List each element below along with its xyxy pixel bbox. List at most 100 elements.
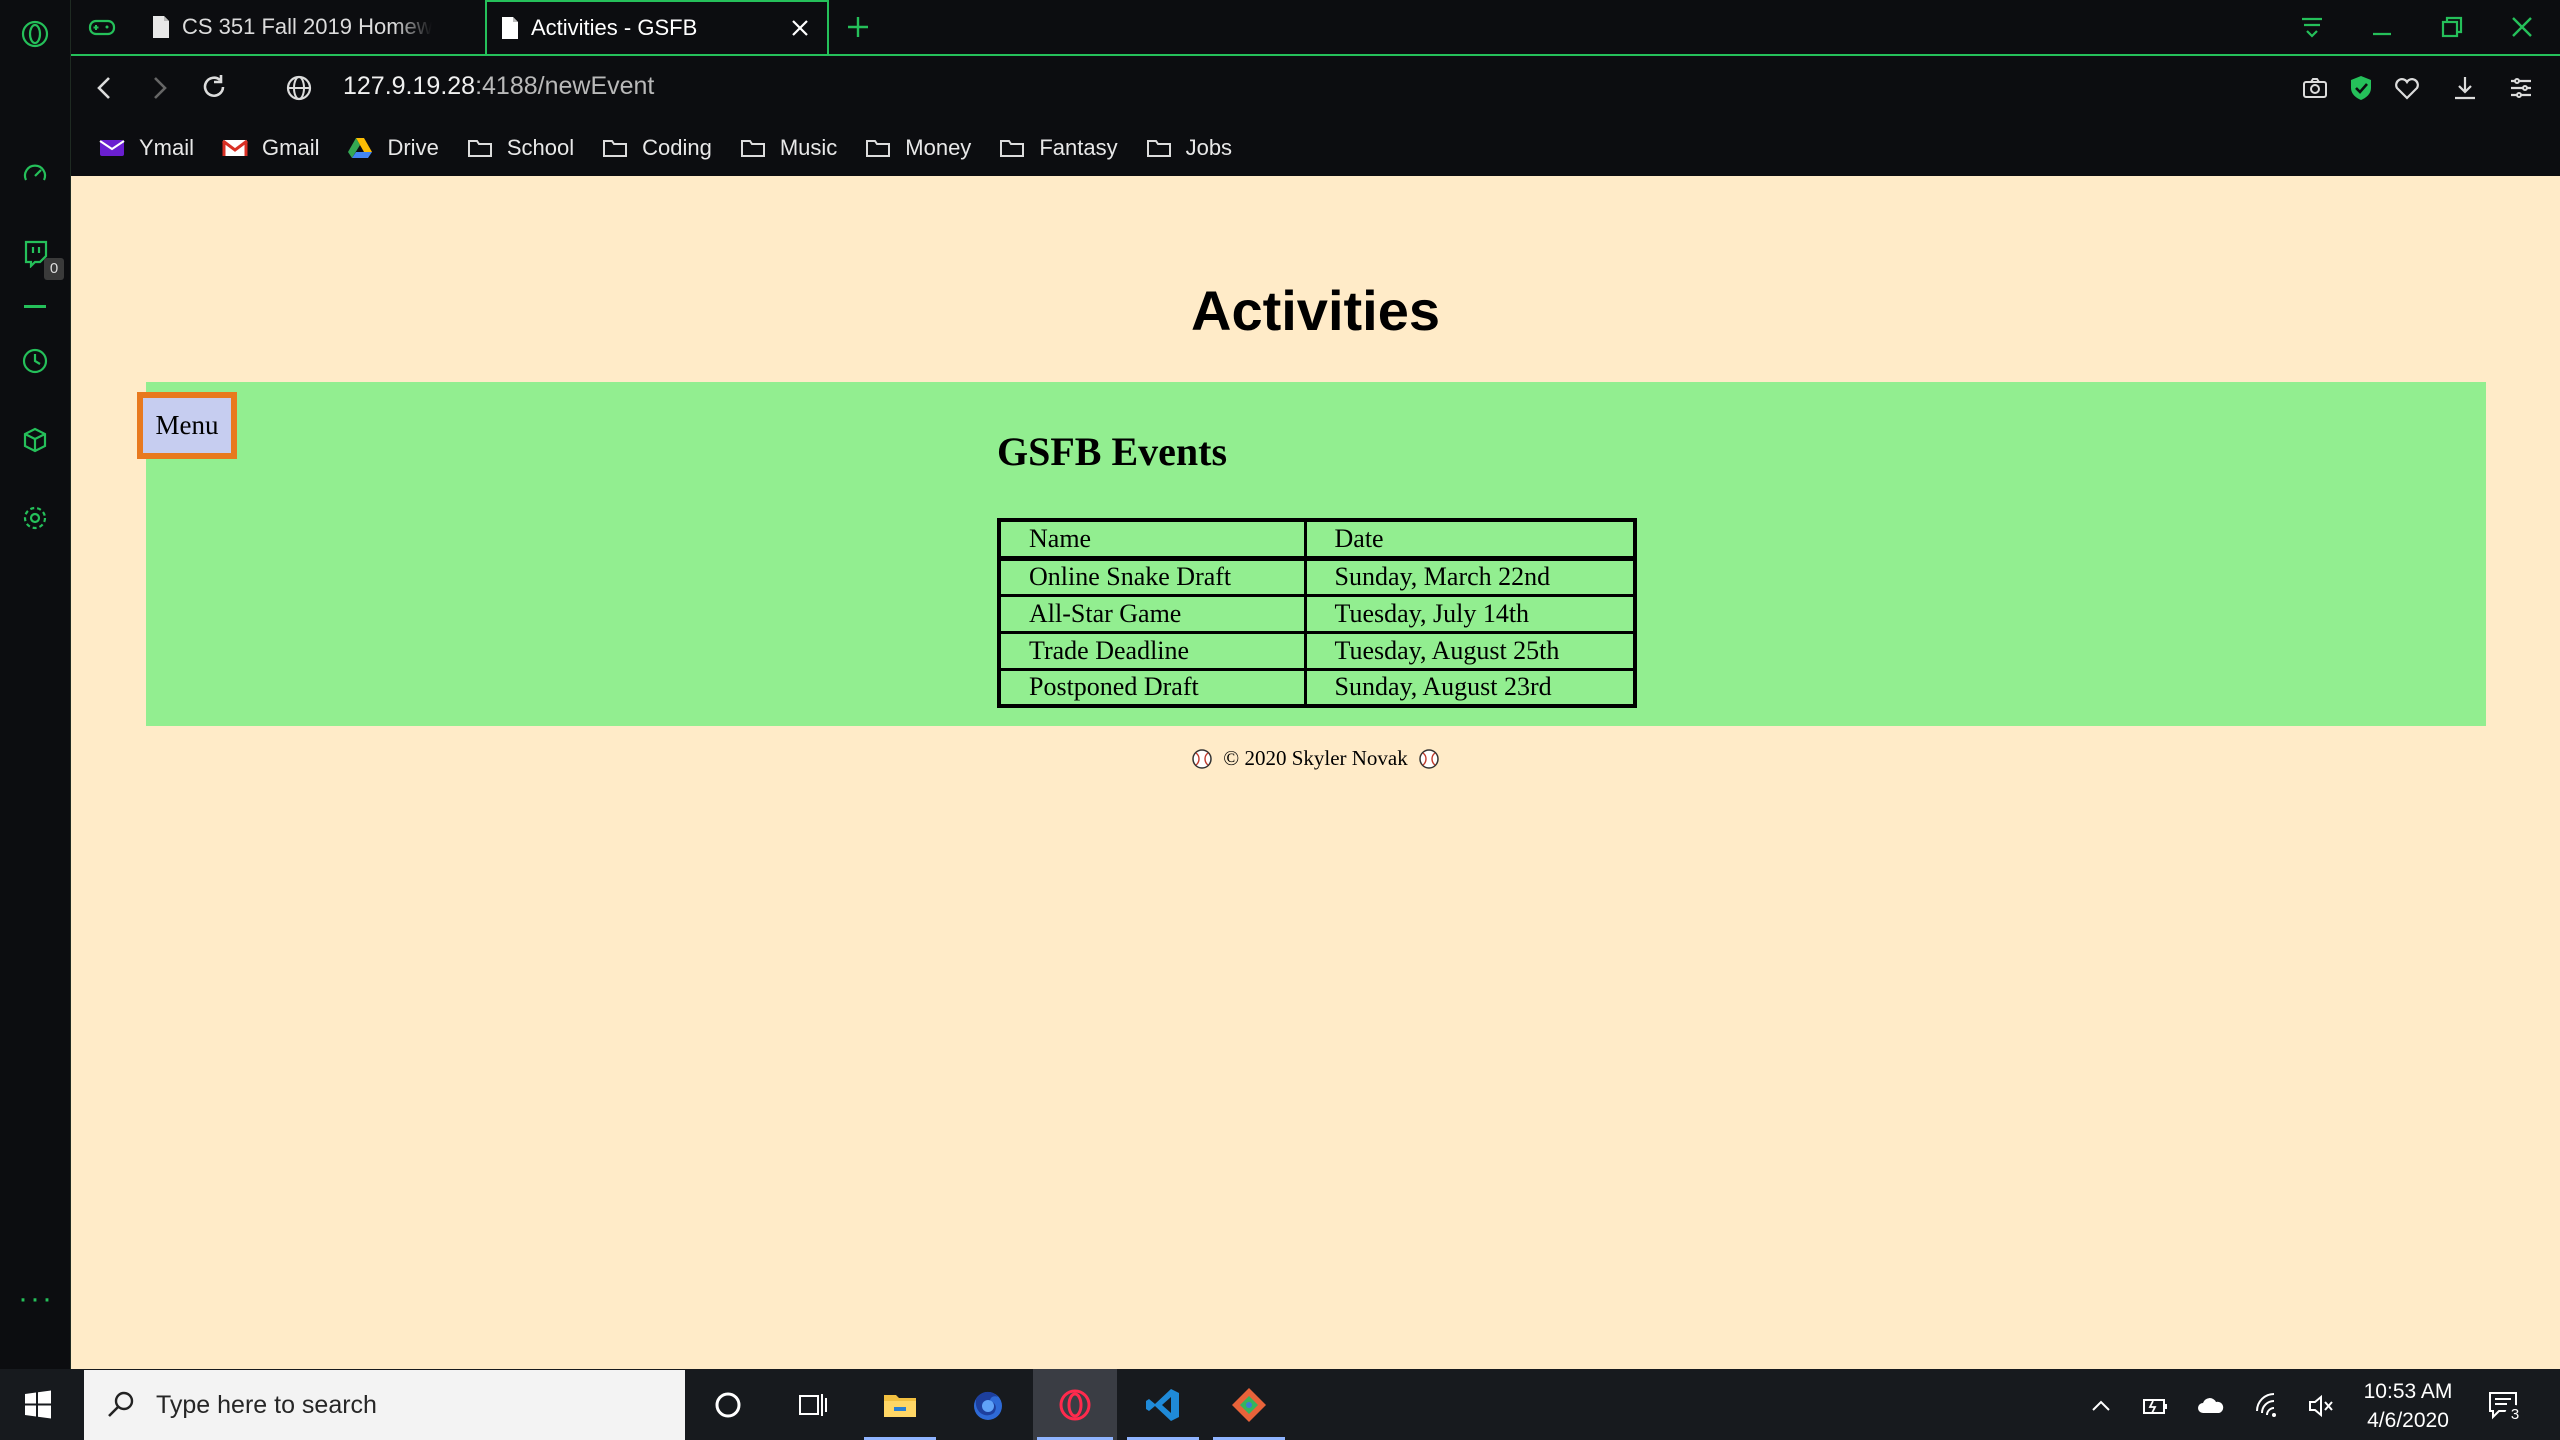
cortana-taskbar-button[interactable]	[686, 1369, 770, 1440]
bookmark-ymail[interactable]: Ymail	[99, 135, 194, 161]
firefox-taskbar-button[interactable]	[946, 1369, 1030, 1440]
desktop: 0 ··· CS 351 Fall 2019 Homework Activiti…	[0, 0, 2560, 1440]
sidebar-divider	[24, 305, 46, 308]
notification-count: 3	[2505, 1405, 2525, 1425]
folder-icon	[603, 140, 628, 157]
wifi-icon[interactable]	[2254, 1391, 2284, 1421]
bookmark-folder-school[interactable]: School	[467, 135, 574, 161]
battery-icon[interactable]	[2140, 1391, 2170, 1421]
bookmark-label: Money	[905, 135, 972, 160]
bookmark-folder-fantasy[interactable]: Fantasy	[999, 135, 1118, 161]
vscode-icon	[1146, 1388, 1179, 1421]
opera-gx-taskbar-button[interactable]	[1033, 1369, 1117, 1440]
task-view-taskbar-button[interactable]	[770, 1369, 854, 1440]
git-app-icon	[1232, 1387, 1266, 1422]
folder-icon	[1146, 140, 1171, 157]
gx-gamepad-icon[interactable]	[87, 12, 117, 42]
event-name-cell: Trade Deadline	[997, 630, 1307, 671]
vscode-taskbar-button[interactable]	[1121, 1369, 1205, 1440]
more-dots-icon[interactable]: ···	[18, 1284, 54, 1314]
windows-start-icon[interactable]	[22, 1389, 54, 1421]
table-row: Online Snake Draft Sunday, March 22nd	[997, 556, 1637, 597]
document-icon	[502, 17, 518, 39]
bookmark-label: Coding	[642, 135, 712, 160]
speed-dial-icon[interactable]	[18, 158, 52, 192]
bookmark-drive[interactable]: Drive	[347, 135, 439, 161]
bookmark-folder-jobs[interactable]: Jobs	[1146, 135, 1232, 161]
volume-muted-icon[interactable]	[2306, 1391, 2336, 1421]
bookmark-folder-music[interactable]: Music	[740, 135, 837, 161]
document-icon	[153, 16, 169, 38]
file-explorer-icon	[884, 1394, 916, 1417]
page-footer: © 2020 Skyler Novak	[71, 746, 2560, 771]
restore-icon[interactable]	[2435, 10, 2469, 44]
tab-activities[interactable]: Activities - GSFB	[485, 0, 829, 54]
back-icon[interactable]	[87, 70, 123, 106]
table-header-row: Name Date	[997, 518, 1637, 561]
bookmark-label: Jobs	[1185, 135, 1233, 160]
event-date-cell: Sunday, March 22nd	[1303, 556, 1637, 597]
task-view-icon	[799, 1393, 827, 1416]
system-clock[interactable]: 10:53 AM 4/6/2020	[2348, 1377, 2468, 1435]
forward-icon[interactable]	[141, 70, 177, 106]
firefox-icon	[974, 1391, 1002, 1420]
event-date-cell: Sunday, August 23rd	[1303, 667, 1637, 708]
minimize-icon[interactable]	[2365, 10, 2399, 44]
event-name-cell: Postponed Draft	[997, 667, 1307, 708]
url-field[interactable]: 127.9.19.28:4188/newEvent	[343, 72, 654, 101]
settings-gear-icon[interactable]	[18, 501, 52, 535]
taskbar-search[interactable]: Type here to search	[84, 1370, 685, 1440]
twitch-badge: 0	[44, 258, 64, 280]
reload-icon[interactable]	[196, 70, 232, 106]
extensions-cube-icon[interactable]	[18, 423, 52, 457]
menu-button[interactable]: Menu	[137, 392, 237, 459]
column-header-name: Name	[997, 518, 1307, 561]
events-table: Name Date Online Snake Draft Sunday, Mar…	[997, 518, 1637, 708]
url-host: 127.9.19.28	[343, 72, 476, 100]
heart-bookmark-icon[interactable]	[2391, 72, 2423, 104]
event-name-cell: All-Star Game	[997, 593, 1307, 634]
copyright-text: © 2020 Skyler Novak	[1223, 746, 1408, 770]
new-tab-plus-icon[interactable]	[841, 10, 875, 44]
close-window-icon[interactable]	[2505, 10, 2539, 44]
gitkraken-taskbar-button[interactable]	[1207, 1369, 1291, 1440]
event-date-cell: Tuesday, July 14th	[1303, 593, 1637, 634]
file-explorer-taskbar-button[interactable]	[858, 1369, 942, 1440]
address-bar: 127.9.19.28:4188/newEvent	[71, 54, 2560, 120]
bookmark-label: Fantasy	[1039, 135, 1118, 160]
onedrive-cloud-icon[interactable]	[2196, 1391, 2226, 1421]
event-date-cell: Tuesday, August 25th	[1303, 630, 1637, 671]
bookmark-label: Ymail	[139, 135, 195, 160]
bookmark-gmail[interactable]: Gmail	[222, 135, 319, 161]
web-page: Activities Menu GSFB Events Name Date On…	[71, 176, 2560, 1369]
table-row: Trade Deadline Tuesday, August 25th	[997, 630, 1637, 671]
clock-date: 4/6/2020	[2367, 1409, 2449, 1432]
tab-strip: CS 351 Fall 2019 Homework Activities - G…	[71, 0, 2560, 54]
bookmark-label: School	[506, 135, 575, 160]
show-hidden-icons-chevron-icon[interactable]	[2086, 1391, 2116, 1421]
search-icon	[108, 1391, 134, 1417]
url-path: :4188/newEvent	[475, 72, 655, 100]
opera-gx-icon	[1059, 1389, 1091, 1420]
bookmark-label: Drive	[387, 135, 439, 160]
opera-logo-icon[interactable]	[18, 17, 52, 51]
opera-sidebar: 0 ···	[0, 0, 71, 1369]
download-icon[interactable]	[2449, 72, 2481, 104]
globe-icon[interactable]	[281, 70, 317, 106]
table-row: All-Star Game Tuesday, July 14th	[997, 593, 1637, 634]
bookmark-folder-coding[interactable]: Coding	[602, 135, 712, 161]
easy-setup-icon[interactable]	[2505, 72, 2537, 104]
close-tab-icon[interactable]	[787, 15, 813, 41]
bookmark-label: Music	[779, 135, 838, 160]
page-title: Activities	[1191, 279, 1440, 342]
taskbar: Type here to search 10:53 AM 4/6/2020 3	[0, 1369, 2560, 1440]
baseball-icon	[1192, 748, 1212, 769]
vpn-shield-icon[interactable]	[2345, 72, 2377, 104]
bookmark-folder-money[interactable]: Money	[865, 135, 971, 161]
bookmarks-bar: Ymail Gmail Drive School Coding Music Mo…	[71, 120, 2560, 176]
history-icon[interactable]	[18, 344, 52, 378]
cortana-icon	[715, 1392, 741, 1417]
table-row: Postponed Draft Sunday, August 23rd	[997, 667, 1637, 708]
tab-menu-icon[interactable]	[2295, 10, 2329, 44]
snapshot-camera-icon[interactable]	[2299, 72, 2331, 104]
